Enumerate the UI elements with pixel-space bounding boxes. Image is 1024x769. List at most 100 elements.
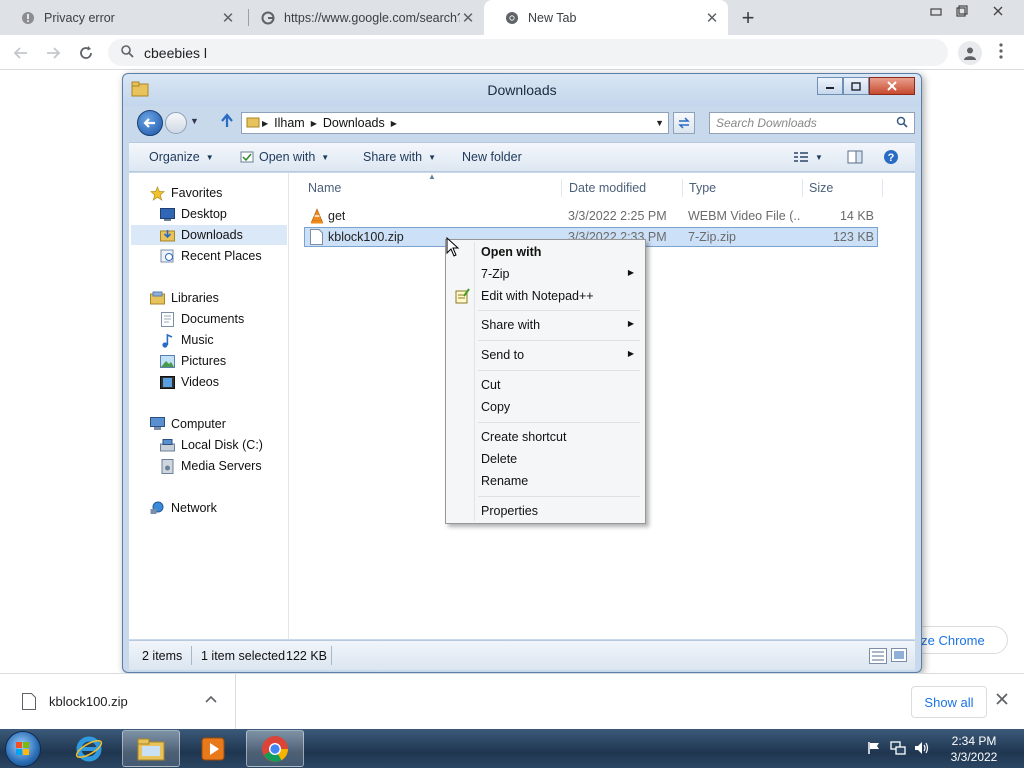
restore-icon[interactable] xyxy=(944,0,980,22)
menu-item-create-shortcut[interactable]: Create shortcut xyxy=(449,426,642,448)
flag-icon[interactable] xyxy=(866,741,882,757)
menu-item-send-to[interactable]: Send to ▶ xyxy=(449,344,642,366)
open-with-button[interactable]: Open with ▼ xyxy=(239,150,329,164)
close-icon[interactable] xyxy=(996,690,1008,710)
back-arrow-icon[interactable] xyxy=(8,40,34,66)
svg-text:?: ? xyxy=(888,152,895,164)
explorer-close-button[interactable] xyxy=(869,77,915,95)
google-chrome-icon[interactable] xyxy=(246,730,304,767)
close-tab-icon[interactable]: ✕ xyxy=(220,9,236,27)
network-status-icon[interactable] xyxy=(890,741,906,757)
column-header-date[interactable]: Date modified xyxy=(563,179,683,197)
tab-label: https://www.google.com/search? xyxy=(284,10,460,25)
nav-documents[interactable]: Documents xyxy=(159,309,285,329)
volume-icon[interactable] xyxy=(914,741,930,757)
view-options-icon[interactable]: ▼ xyxy=(793,151,823,163)
breadcrumb-separator-icon[interactable]: ▶ xyxy=(262,119,268,128)
tab-privacy-error[interactable]: Privacy error ✕ xyxy=(0,0,244,35)
file-row[interactable]: get 3/3/2022 2:25 PM WEBM Video File (..… xyxy=(304,207,878,227)
nav-recent-places[interactable]: Recent Places xyxy=(159,246,285,266)
new-folder-button[interactable]: New folder xyxy=(462,150,522,164)
menu-item-share-with[interactable]: Share with ▶ xyxy=(449,314,642,336)
menu-item-copy[interactable]: Copy xyxy=(449,396,642,418)
breadcrumb-downloads[interactable]: Downloads xyxy=(323,116,385,130)
menu-item-rename[interactable]: Rename xyxy=(449,470,642,492)
start-button[interactable] xyxy=(5,731,41,767)
column-header-size[interactable]: Size xyxy=(803,179,883,197)
sort-arrow-icon: ▲ xyxy=(428,172,436,181)
refresh-button[interactable] xyxy=(673,112,695,134)
menu-item-delete[interactable]: Delete xyxy=(449,448,642,470)
internet-explorer-icon[interactable] xyxy=(60,730,118,767)
nav-music[interactable]: Music xyxy=(159,330,285,350)
download-item[interactable]: kblock100.zip xyxy=(0,674,236,730)
nav-computer[interactable]: Computer xyxy=(149,414,285,434)
chrome-icon xyxy=(504,10,520,26)
organize-button[interactable]: Organize ▼ xyxy=(149,150,214,164)
large-icons-view-icon[interactable] xyxy=(891,648,907,665)
file-type: 7-Zip.zip xyxy=(688,230,736,244)
up-arrow-icon[interactable] xyxy=(217,113,237,133)
command-bar: Organize ▼ Open with ▼ Share with ▼ New fol… xyxy=(129,142,915,172)
details-view-icon[interactable] xyxy=(869,648,887,667)
menu-item-properties[interactable]: Properties xyxy=(449,500,642,522)
menu-item-cut[interactable]: Cut xyxy=(449,374,642,396)
media-player-icon[interactable] xyxy=(184,730,242,767)
preview-pane-icon[interactable] xyxy=(847,150,863,164)
explorer-minimize-button[interactable] xyxy=(817,77,843,95)
zip-file-icon xyxy=(310,229,323,248)
nav-favorites[interactable]: Favorites xyxy=(149,183,285,203)
nav-desktop[interactable]: Desktop xyxy=(159,204,285,224)
star-icon xyxy=(149,185,165,201)
new-folder-label: New folder xyxy=(462,150,522,164)
nav-media-servers[interactable]: Media Servers xyxy=(159,456,285,476)
nav-videos[interactable]: Videos xyxy=(159,372,285,392)
column-header-name[interactable]: Name xyxy=(302,179,562,197)
breadcrumb-ilham[interactable]: Ilham xyxy=(274,116,305,130)
nav-network[interactable]: Network xyxy=(149,498,285,518)
explorer-title-bar[interactable]: Downloads xyxy=(123,74,921,106)
close-tab-icon[interactable]: ✕ xyxy=(460,9,476,27)
breadcrumb-separator-icon[interactable]: ▶ xyxy=(311,119,317,128)
new-tab-button[interactable]: + xyxy=(734,4,762,32)
file-type: WEBM Video File (... xyxy=(688,209,800,223)
breadcrumb[interactable]: ▶ Ilham ▶ Downloads ▶ ▼ xyxy=(241,112,669,134)
nav-libraries[interactable]: Libraries xyxy=(149,288,285,308)
close-tab-icon[interactable]: ✕ xyxy=(704,9,720,27)
reload-icon[interactable] xyxy=(73,40,99,66)
chevron-down-icon: ▼ xyxy=(428,152,436,162)
clock[interactable]: 2:34 PM 3/3/2022 xyxy=(935,733,1013,765)
more-menu-icon[interactable] xyxy=(993,43,1009,63)
chevron-up-icon[interactable] xyxy=(205,692,217,706)
menu-label: 7-Zip xyxy=(481,267,510,281)
open-with-icon xyxy=(239,150,255,164)
tab-new-tab[interactable]: New Tab ✕ xyxy=(484,0,728,35)
search-input[interactable]: Search Downloads xyxy=(709,112,915,134)
forward-button[interactable] xyxy=(165,112,187,134)
help-icon[interactable]: ? xyxy=(883,149,899,165)
mouse-cursor-icon xyxy=(446,236,460,260)
show-all-button[interactable]: Show all xyxy=(911,686,987,718)
menu-item-edit-notepad[interactable]: Edit with Notepad++ xyxy=(449,285,642,307)
nav-local-disk[interactable]: Local Disk (C:) xyxy=(159,435,285,455)
nav-pictures[interactable]: Pictures xyxy=(159,351,285,371)
address-bar[interactable]: cbeebies l xyxy=(108,39,948,66)
libraries-icon xyxy=(149,290,165,306)
chevron-down-icon: ▼ xyxy=(815,152,823,162)
history-dropdown-icon[interactable]: ▼ xyxy=(190,116,199,126)
menu-label: Edit with Notepad++ xyxy=(481,289,594,303)
share-with-button[interactable]: Share with ▼ xyxy=(363,150,436,164)
nav-downloads[interactable]: Downloads xyxy=(131,225,287,245)
column-header-type[interactable]: Type xyxy=(683,179,803,197)
menu-item-open-with[interactable]: Open with xyxy=(449,241,642,263)
profile-avatar-icon[interactable] xyxy=(958,41,982,65)
forward-arrow-icon[interactable] xyxy=(40,40,66,66)
explorer-maximize-button[interactable] xyxy=(843,77,869,95)
menu-item-7zip[interactable]: 7-Zip ▶ xyxy=(449,263,642,285)
close-icon[interactable] xyxy=(980,0,1016,22)
back-button[interactable] xyxy=(137,110,163,136)
address-dropdown-icon[interactable]: ▼ xyxy=(655,118,664,128)
tab-google-search[interactable]: https://www.google.com/search? ✕ xyxy=(240,0,484,35)
breadcrumb-separator-icon[interactable]: ▶ xyxy=(391,119,397,128)
file-explorer-icon[interactable] xyxy=(122,730,180,767)
